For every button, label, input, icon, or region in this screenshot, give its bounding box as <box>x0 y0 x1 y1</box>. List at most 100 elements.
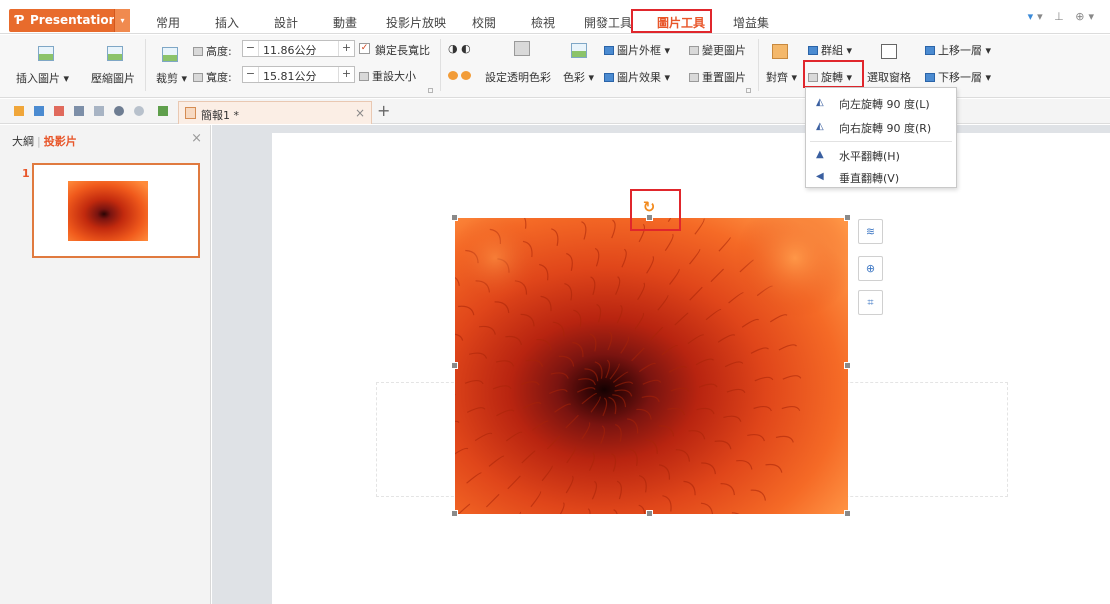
resize-handle-bottom[interactable] <box>646 510 653 517</box>
selection-pane-icon[interactable] <box>881 44 897 59</box>
resize-handle-bottom-left[interactable] <box>451 510 458 517</box>
app-dropdown-icon[interactable]: ▾ <box>114 9 130 32</box>
flower-picture[interactable] <box>455 218 848 514</box>
height-increment-button[interactable]: + <box>338 41 354 56</box>
reset-picture-label: 重置圖片 <box>702 71 746 84</box>
print-icon[interactable] <box>74 106 84 116</box>
contrast-down-icon <box>461 71 471 80</box>
width-decrement-button[interactable]: − <box>243 67 259 82</box>
lock-aspect-label[interactable]: 鎖定長寬比 <box>375 42 430 58</box>
crop-tool-icon[interactable]: ⌗ <box>858 290 883 315</box>
compress-picture-button[interactable]: 壓縮圖片 <box>91 70 135 86</box>
height-input[interactable]: 11.86公分 <box>263 42 317 58</box>
document-tab[interactable]: 簡報1 * × <box>178 101 372 124</box>
quick-access-customize-icon[interactable] <box>158 106 168 116</box>
export-pdf-icon[interactable] <box>54 106 64 116</box>
color-icon[interactable] <box>571 43 587 58</box>
resize-handle-top-left[interactable] <box>451 214 458 221</box>
picture-border-button[interactable]: 圖片外框 ▾ <box>604 42 670 58</box>
tab-outline[interactable]: 大綱 <box>12 135 34 148</box>
width-input[interactable]: 15.81公分 <box>263 68 317 84</box>
tab-home[interactable]: 常用 <box>156 14 180 31</box>
close-panel-icon[interactable]: × <box>191 131 202 146</box>
group-label: 群組 ▾ <box>821 44 853 57</box>
width-increment-button[interactable]: + <box>338 67 354 82</box>
width-label: 寬度: <box>193 69 232 85</box>
bring-forward-button[interactable]: 上移一層 ▾ <box>925 42 991 58</box>
picture-tools-highlight <box>631 9 712 33</box>
print-preview-icon[interactable] <box>94 106 104 116</box>
crop-button[interactable]: 裁剪 ▾ <box>156 70 187 86</box>
compress-picture-icon[interactable] <box>107 46 123 61</box>
size-group-launcher-icon[interactable] <box>428 88 433 93</box>
menu-item-label: 向左旋轉 90 度(L) <box>839 98 930 111</box>
redo-icon[interactable] <box>134 106 144 116</box>
width-label-text: 寬度: <box>206 71 232 84</box>
contrast-button[interactable] <box>448 69 474 82</box>
window-control-icons[interactable]: ▾ ⊥ ⊕▾ <box>1037 10 1098 23</box>
window-controls[interactable]: ▾▾ ⊥ ⊕▾ <box>1028 10 1098 23</box>
resize-handle-left[interactable] <box>451 362 458 369</box>
crop-icon[interactable] <box>162 47 178 62</box>
menu-item-rotate-left-90[interactable]: ◭ 向左旋轉 90 度(L) <box>806 91 956 115</box>
selection-pane-button[interactable]: 選取窗格 <box>867 69 911 85</box>
zoom-icon[interactable]: ⊕ <box>858 256 883 281</box>
reset-size-icon <box>359 72 369 81</box>
edit-picture-icon[interactable] <box>514 41 530 56</box>
change-picture-button[interactable]: 變更圖片 <box>689 42 746 58</box>
menu-item-flip-vertical[interactable]: ◀ 垂直翻轉(V) <box>806 165 956 189</box>
tab-insert[interactable]: 插入 <box>215 14 239 31</box>
menu-item-label: 水平翻轉(H) <box>839 150 900 163</box>
rotate-dropdown-menu: ◭ 向左旋轉 90 度(L) ◭ 向右旋轉 90 度(R) ▲ 水平翻轉(H) … <box>805 87 957 188</box>
width-spinner[interactable]: − 15.81公分 + <box>242 66 355 83</box>
tab-developer[interactable]: 開發工具 <box>584 14 632 31</box>
color-button[interactable]: 色彩 ▾ <box>563 69 594 85</box>
new-tab-button[interactable]: + <box>377 101 390 120</box>
group-button[interactable]: 群組 ▾ <box>808 42 852 58</box>
menu-item-rotate-right-90[interactable]: ◭ 向右旋轉 90 度(R) <box>806 115 956 139</box>
resize-handle-right[interactable] <box>844 362 851 369</box>
tab-addins[interactable]: 增益集 <box>733 14 769 31</box>
height-spinner[interactable]: − 11.86公分 + <box>242 40 355 57</box>
insert-picture-icon[interactable] <box>38 46 54 61</box>
save-icon[interactable] <box>34 106 44 116</box>
slide-thumbnail[interactable] <box>32 163 200 258</box>
close-document-icon[interactable]: × <box>355 106 365 120</box>
tab-slideshow[interactable]: 投影片放映 <box>386 14 446 31</box>
resize-handle-bottom-right[interactable] <box>844 510 851 517</box>
set-transparent-color-button[interactable]: 設定透明色彩 <box>485 69 551 85</box>
picture-group-launcher-icon[interactable] <box>746 88 751 93</box>
height-label: 高度: <box>193 43 232 59</box>
brightness-button[interactable]: ◑ ◐ <box>448 42 471 55</box>
resize-handle-top-right[interactable] <box>844 214 851 221</box>
insert-picture-button[interactable]: 插入圖片 ▾ <box>16 70 69 86</box>
reset-picture-button[interactable]: 重置圖片 <box>689 69 746 85</box>
align-button[interactable]: 對齊 ▾ <box>766 69 797 85</box>
layer-icon[interactable]: ≋ <box>858 219 883 244</box>
undo-icon[interactable] <box>114 106 124 116</box>
tab-view[interactable]: 檢視 <box>531 14 555 31</box>
bring-forward-icon <box>925 46 935 55</box>
ribbon-divider <box>440 39 441 91</box>
app-menu-button[interactable]: Ƥ Presentation ▾ <box>9 9 130 32</box>
tab-animation[interactable]: 動畫 <box>333 14 357 31</box>
height-label-text: 高度: <box>206 45 232 58</box>
document-name: 簡報1 * <box>201 109 239 122</box>
picture-effects-button[interactable]: 圖片效果 ▾ <box>604 69 670 85</box>
ribbon-divider <box>145 39 146 91</box>
height-decrement-button[interactable]: − <box>243 41 259 56</box>
align-icon[interactable] <box>772 44 788 59</box>
skin-icon[interactable]: ▾ <box>1028 10 1038 23</box>
menu-bar: Ƥ Presentation ▾ 常用 插入 設計 動畫 投影片放映 校閱 檢視… <box>0 0 1110 34</box>
lock-aspect-checkbox[interactable]: ✓ <box>359 43 370 54</box>
tab-review[interactable]: 校閱 <box>472 14 496 31</box>
open-icon[interactable] <box>14 106 24 116</box>
tab-slides[interactable]: 投影片 <box>44 135 77 148</box>
menu-item-flip-horizontal[interactable]: ▲ 水平翻轉(H) <box>806 143 956 167</box>
picture-border-icon <box>604 46 614 55</box>
picture-effects-icon <box>604 73 614 82</box>
send-backward-button[interactable]: 下移一層 ▾ <box>925 69 991 85</box>
reset-size-button[interactable]: 重設大小 <box>359 68 416 84</box>
bring-forward-label: 上移一層 ▾ <box>938 44 992 57</box>
tab-design[interactable]: 設計 <box>274 14 298 31</box>
